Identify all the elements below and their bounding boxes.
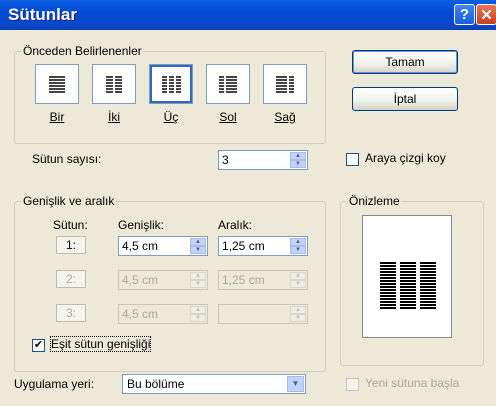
spacing-stepper-1[interactable]: 1,25 cm ▲ ▼ bbox=[218, 236, 308, 256]
cancel-button[interactable]: İptal bbox=[352, 87, 458, 111]
check-icon: ✔ bbox=[33, 339, 44, 351]
preset-label-left: Sol bbox=[219, 110, 237, 124]
new-column-checkbox bbox=[346, 378, 359, 391]
left-column-shape bbox=[219, 76, 237, 93]
column-header: Sütun: bbox=[53, 218, 88, 232]
spacing-stepper-2: 1,25 cm ▲ ▼ bbox=[218, 270, 308, 290]
spacing-value-2: 1,25 cm bbox=[222, 273, 265, 287]
line-between-checkbox[interactable] bbox=[346, 153, 359, 166]
right-column-icon bbox=[263, 64, 307, 104]
spin-up-icon[interactable]: ▲ bbox=[290, 152, 306, 160]
column-number-3: 3: bbox=[56, 304, 86, 322]
preset-label-two: İki bbox=[108, 110, 120, 124]
equal-width-checkbox[interactable]: ✔ bbox=[32, 339, 45, 352]
spin-down-icon: ▼ bbox=[290, 280, 306, 288]
spin-up-icon[interactable]: ▲ bbox=[190, 238, 206, 246]
help-button[interactable]: ? bbox=[454, 4, 475, 25]
spin-down-icon[interactable]: ▼ bbox=[290, 246, 306, 254]
equal-width-label: Eşit sütun genişliği bbox=[49, 336, 152, 352]
preview-legend: Önizleme bbox=[349, 194, 400, 208]
apply-to-select[interactable]: Bu bölüme ▼ bbox=[122, 374, 306, 394]
spacing-stepper-3: ▲ ▼ bbox=[218, 304, 308, 324]
spin-down-icon[interactable]: ▼ bbox=[290, 160, 306, 168]
spin-down-icon: ▼ bbox=[190, 280, 206, 288]
spacing-header: Aralık: bbox=[218, 218, 253, 232]
dialog-title: Sütunlar bbox=[8, 5, 77, 24]
column-count-value: 3 bbox=[222, 153, 229, 167]
column-number-1: 1: bbox=[56, 236, 86, 254]
help-icon: ? bbox=[459, 6, 470, 23]
preset-two[interactable]: İki bbox=[92, 64, 136, 124]
ok-button[interactable]: Tamam bbox=[352, 50, 458, 74]
dialog-body: Önceden Belirlenenler Bir İki Üç Sol Sağ… bbox=[0, 30, 496, 406]
spin-up-icon: ▲ bbox=[190, 306, 206, 314]
preset-label-one: Bir bbox=[49, 110, 65, 124]
spin-down-icon: ▼ bbox=[190, 314, 206, 322]
preset-one[interactable]: Bir bbox=[35, 64, 79, 124]
width-stepper-3: 4,5 cm ▲ ▼ bbox=[118, 304, 208, 324]
preview-column-3 bbox=[420, 262, 436, 310]
preview-column-1 bbox=[380, 262, 396, 310]
preset-right[interactable]: Sağ bbox=[263, 64, 307, 124]
width-value-1: 4,5 cm bbox=[122, 239, 159, 253]
spin-up-icon[interactable]: ▲ bbox=[290, 238, 306, 246]
new-column-label: Yeni sütuna başla bbox=[365, 376, 460, 390]
preset-left[interactable]: Sol bbox=[206, 64, 250, 124]
close-icon: ✕ bbox=[480, 6, 493, 24]
three-columns-icon bbox=[149, 64, 193, 104]
two-columns-shape bbox=[106, 76, 122, 93]
presets-legend: Önceden Belirlenenler bbox=[23, 44, 142, 58]
spin-up-icon: ▲ bbox=[290, 272, 306, 280]
column-number-2: 2: bbox=[56, 270, 86, 288]
column-count-label: Sütun sayısı: bbox=[32, 152, 102, 166]
title-bar: Sütunlar ? ✕ bbox=[0, 0, 496, 30]
preset-label-right: Sağ bbox=[274, 110, 296, 124]
column-count-stepper[interactable]: 3 ▲ ▼ bbox=[218, 150, 308, 170]
spacing-value-1: 1,25 cm bbox=[222, 239, 265, 253]
spin-down-icon[interactable]: ▼ bbox=[190, 246, 206, 254]
width-stepper-2: 4,5 cm ▲ ▼ bbox=[118, 270, 208, 290]
right-column-shape bbox=[276, 76, 294, 93]
width-value-3: 4,5 cm bbox=[122, 307, 159, 321]
line-between-label: Araya çizgi koy bbox=[365, 151, 446, 165]
apply-to-value: Bu bölüme bbox=[127, 377, 185, 391]
preview-page bbox=[362, 215, 452, 338]
spin-up-icon: ▲ bbox=[190, 272, 206, 280]
spin-down-icon: ▼ bbox=[290, 314, 306, 322]
width-stepper-1[interactable]: 4,5 cm ▲ ▼ bbox=[118, 236, 208, 256]
width-spacing-legend: Genişlik ve aralık bbox=[23, 194, 115, 208]
close-button[interactable]: ✕ bbox=[476, 4, 496, 25]
two-columns-icon bbox=[92, 64, 136, 104]
spin-up-icon: ▲ bbox=[290, 306, 306, 314]
one-column-icon bbox=[35, 64, 79, 104]
one-column-shape bbox=[47, 74, 67, 94]
width-value-2: 4,5 cm bbox=[122, 273, 159, 287]
width-header: Genişlik: bbox=[118, 218, 165, 232]
preset-three[interactable]: Üç bbox=[149, 64, 193, 124]
preview-column-2 bbox=[400, 262, 416, 310]
chevron-down-icon[interactable]: ▼ bbox=[287, 376, 304, 392]
apply-to-label: Uygulama yeri: bbox=[14, 377, 95, 391]
three-columns-shape bbox=[162, 76, 181, 93]
preset-label-three: Üç bbox=[163, 110, 179, 124]
left-column-icon bbox=[206, 64, 250, 104]
